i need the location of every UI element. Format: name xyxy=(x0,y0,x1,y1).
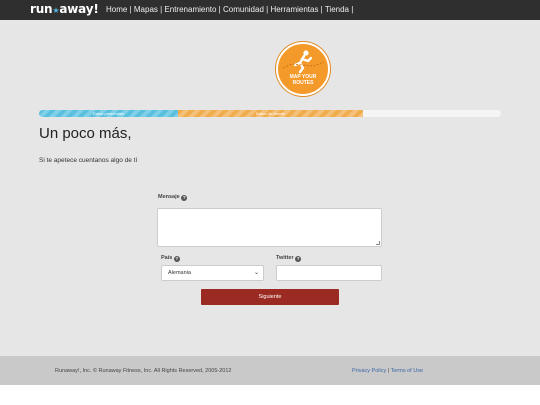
progress-step-interests: Datos de interes xyxy=(178,110,363,117)
map-your-routes-badge[interactable]: MAP YOUR ROUTES xyxy=(276,42,330,96)
country-select-value: Alemania xyxy=(168,270,191,276)
help-icon[interactable]: ? xyxy=(181,195,188,201)
nav-item-comunidad[interactable]: Comunidad xyxy=(223,5,264,14)
footer-links: Privacy Policy | Terms of Use xyxy=(352,368,423,374)
terms-of-use-link[interactable]: Terms of Use xyxy=(391,368,423,374)
footer: Runaway!, Inc. © Runaway Fitness, Inc. A… xyxy=(0,356,540,385)
country-label-text: País xyxy=(161,255,173,261)
twitter-label-text: Twitter xyxy=(276,255,294,261)
runaway-logo[interactable]: run★away! xyxy=(30,2,99,16)
logo-text-away: away! xyxy=(59,2,99,16)
help-icon[interactable]: ? xyxy=(295,256,302,262)
nav-item-tienda[interactable]: Tienda xyxy=(325,5,349,14)
message-textarea[interactable] xyxy=(157,208,382,247)
main-nav: Home | Mapas | Entrenamiento | Comunidad… xyxy=(106,5,353,14)
twitter-input[interactable] xyxy=(276,265,382,281)
page-title: Un poco más, xyxy=(39,125,132,142)
progress-step-personal-data: Datos personales xyxy=(39,110,178,117)
chevron-down-icon: ⌄ xyxy=(253,270,259,276)
message-label: Mensaje ? xyxy=(158,194,188,201)
nav-item-entrenamiento[interactable]: Entrenamiento xyxy=(164,5,216,14)
main-content xyxy=(0,20,540,356)
signup-progress-bar: Datos personales Datos de interes xyxy=(39,110,501,117)
copyright-text: Runaway!, Inc. © Runaway Fitness, Inc. A… xyxy=(55,368,232,374)
privacy-policy-link[interactable]: Privacy Policy xyxy=(352,368,386,374)
nav-item-mapas[interactable]: Mapas xyxy=(134,5,158,14)
country-label: País ? xyxy=(161,255,180,262)
nav-item-home[interactable]: Home xyxy=(106,5,127,14)
nav-separator: | xyxy=(349,5,354,14)
help-icon[interactable]: ? xyxy=(173,256,180,262)
badge-line-2: ROUTES xyxy=(292,80,314,86)
twitter-label: Twitter ? xyxy=(276,255,302,262)
country-select[interactable]: Alemania ⌄ xyxy=(161,265,264,281)
next-button[interactable]: Siguiente xyxy=(201,289,339,305)
runner-icon xyxy=(282,50,325,74)
top-navbar: run★away! Home | Mapas | Entrenamiento |… xyxy=(0,0,540,20)
logo-text-run: run xyxy=(30,2,53,16)
nav-item-herramientas[interactable]: Herramientas xyxy=(270,5,318,14)
badge-caption: MAP YOUR ROUTES xyxy=(278,74,328,86)
message-label-text: Mensaje xyxy=(158,194,180,200)
resize-handle-icon[interactable] xyxy=(376,241,380,245)
page-subtitle: Si te apetece cuentanos algo de tí xyxy=(39,157,138,164)
